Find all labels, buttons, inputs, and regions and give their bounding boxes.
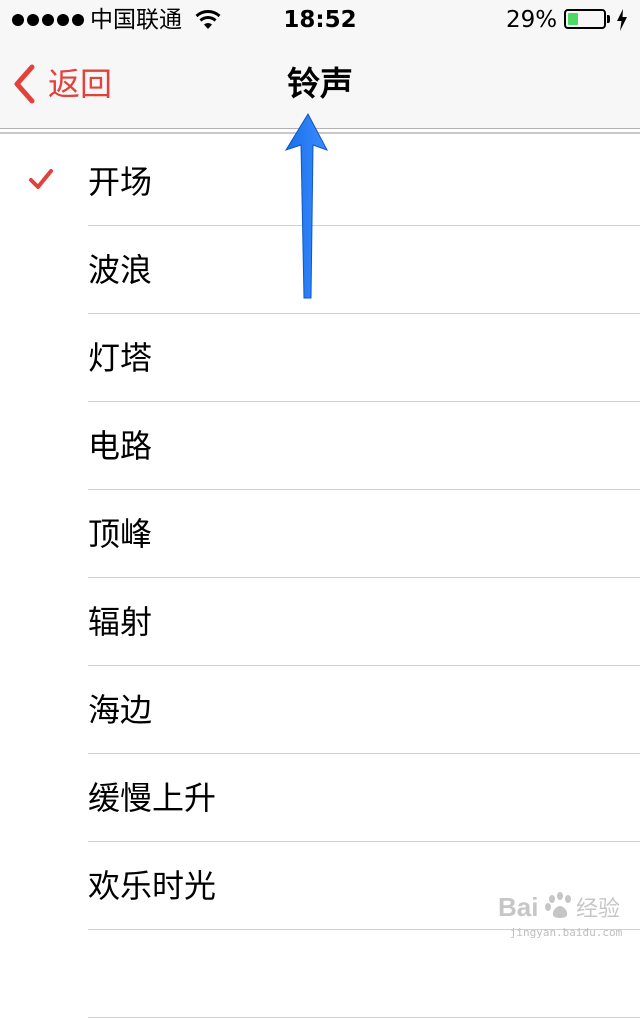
status-bar: 中国联通 18:52 29% — [0, 0, 640, 40]
ringtone-label: 开场 — [88, 163, 153, 201]
ringtone-label: 缓慢上升 — [88, 779, 217, 817]
ringtone-label: 海边 — [88, 691, 153, 729]
checkmark-icon — [29, 169, 53, 189]
battery-icon — [564, 9, 606, 29]
ringtone-label: 顶峰 — [88, 515, 153, 553]
up-arrow-icon — [284, 112, 329, 299]
svg-text:Bai: Bai — [498, 892, 538, 922]
ringtone-label: 波浪 — [88, 251, 153, 289]
svg-text:经验: 经验 — [576, 897, 620, 922]
ringtone-row[interactable]: 缓慢上升 — [0, 754, 640, 842]
page-title: 铃声 — [287, 64, 353, 103]
watermark-url: jingyan.baidu.com — [509, 926, 623, 939]
watermark: Bai 经验 jingyan.baidu.com — [496, 886, 636, 946]
ringtone-row[interactable]: 灯塔 — [0, 314, 640, 402]
battery-tip — [607, 15, 610, 23]
ringtone-label: 电路 — [88, 427, 153, 465]
baidu-paw-logo: Bai 经验 — [498, 892, 620, 922]
charging-bolt-icon — [617, 9, 627, 31]
ringtone-row[interactable]: 海边 — [0, 666, 640, 754]
ringtone-row[interactable]: 电路 — [0, 402, 640, 490]
ringtone-row[interactable]: 顶峰 — [0, 490, 640, 578]
ringtone-row[interactable]: 辐射 — [0, 578, 640, 666]
ringtone-label: 欢乐时光 — [88, 867, 217, 905]
battery-percent: 29% — [506, 7, 558, 33]
ringtone-label: 灯塔 — [88, 339, 153, 377]
battery-fill — [568, 13, 578, 25]
ringtone-label: 辐射 — [88, 603, 153, 641]
